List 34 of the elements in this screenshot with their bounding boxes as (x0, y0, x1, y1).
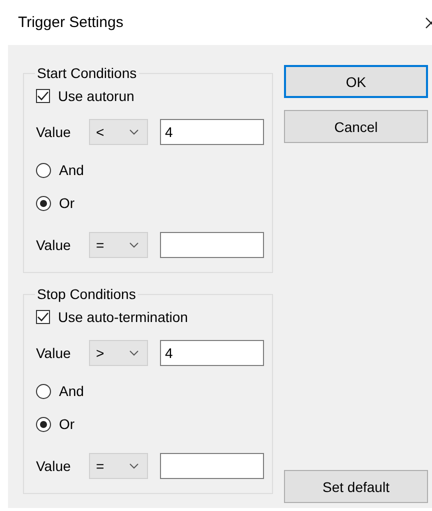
checkbox-label: Use autorun (58, 88, 134, 104)
radio-label: And (59, 383, 84, 399)
value-field[interactable] (160, 453, 264, 479)
radio-button[interactable] (36, 162, 51, 178)
group-title: Start Conditions (36, 65, 138, 81)
value-field[interactable] (160, 232, 264, 258)
chevron-icon (129, 129, 139, 135)
value-label: Value (36, 237, 72, 253)
chevron-icon (129, 463, 139, 469)
radio-button[interactable] (36, 416, 51, 432)
chevron-icon (129, 350, 139, 356)
checkbox[interactable] (36, 310, 50, 324)
radio-label: Or (59, 416, 75, 432)
operator-dropdown[interactable]: < (89, 119, 148, 145)
value-label: Value (36, 458, 72, 474)
value-field[interactable]: 4 (160, 119, 264, 145)
operator-dropdown[interactable]: = (89, 232, 148, 258)
dialog-button[interactable]: OK (284, 65, 428, 98)
chevron-icon (129, 242, 139, 248)
value-label: Value (36, 345, 72, 361)
group-title: Stop Conditions (36, 286, 137, 302)
radio-label: And (59, 162, 84, 178)
operator-dropdown[interactable]: > (89, 340, 148, 366)
operator-dropdown[interactable]: = (89, 453, 148, 479)
radio-button[interactable] (36, 384, 51, 398)
value-label: Value (36, 124, 72, 140)
value-field[interactable]: 4 (160, 340, 264, 366)
checkbox[interactable] (36, 89, 50, 103)
dialog-button[interactable]: Set default (284, 470, 428, 503)
window-title: Trigger Settings (18, 14, 124, 31)
checkbox-label: Use auto-termination (58, 309, 188, 325)
dialog-button[interactable]: Cancel (284, 110, 428, 143)
radio-button[interactable] (36, 196, 51, 210)
radio-label: Or (59, 195, 75, 211)
